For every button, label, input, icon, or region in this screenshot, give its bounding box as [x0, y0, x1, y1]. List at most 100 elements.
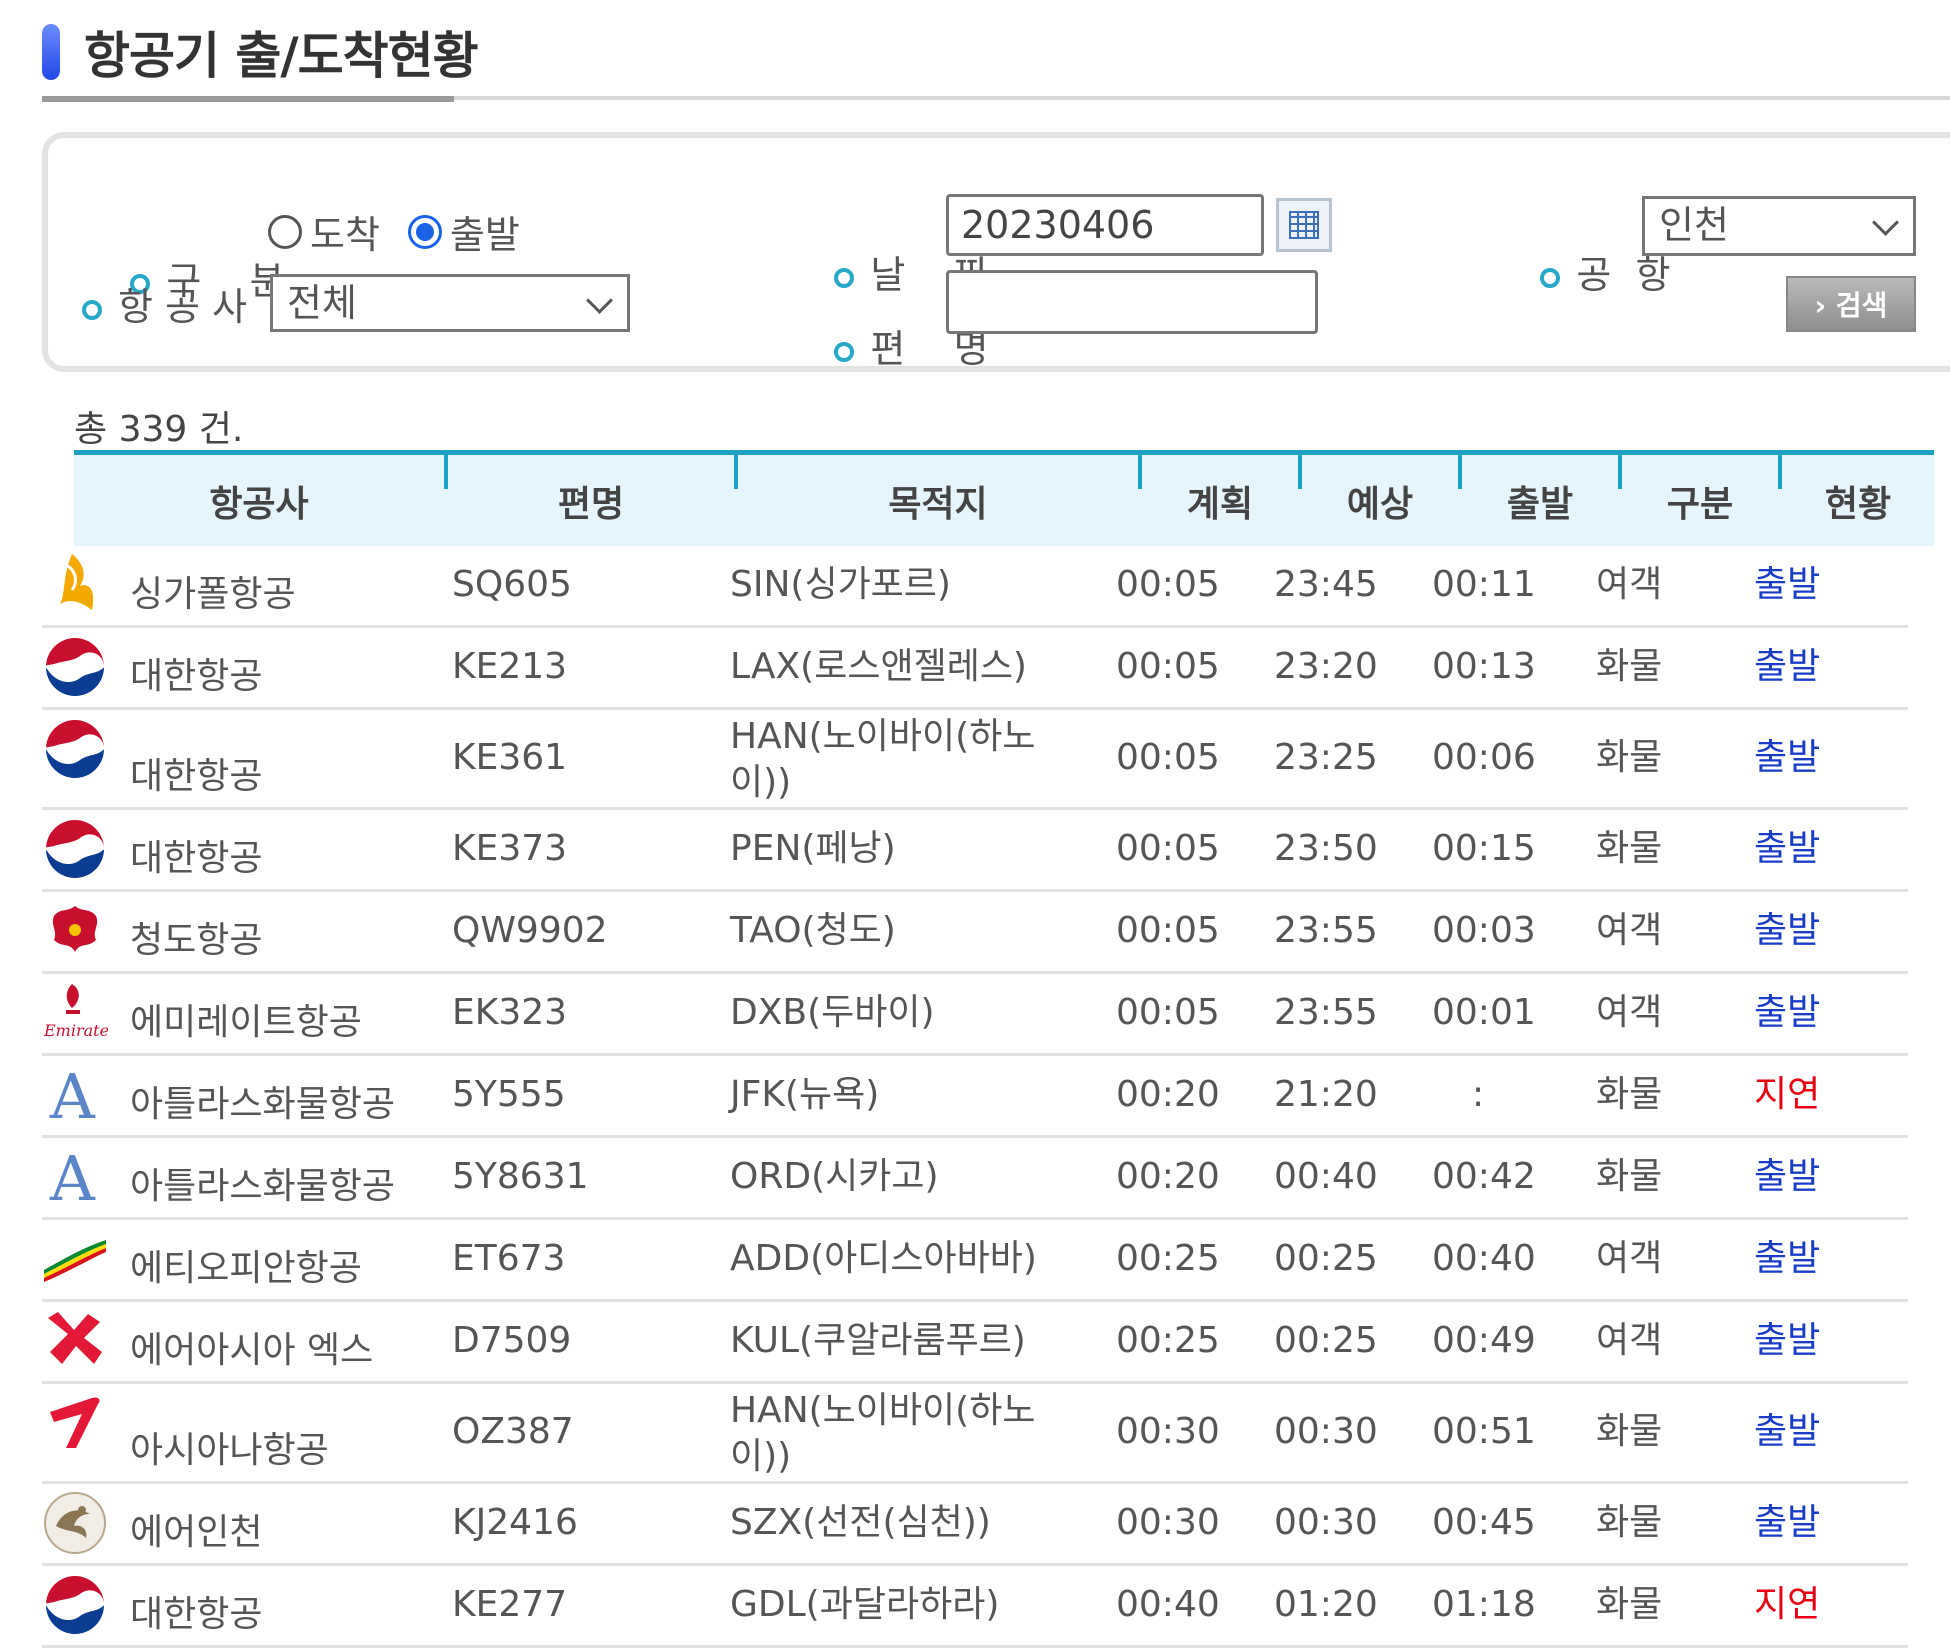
flight-status[interactable]: 출발 — [1754, 644, 1894, 690]
korean-air-logo — [42, 634, 108, 700]
qingdao-airlines-logo — [42, 898, 108, 964]
plan-time: 00:05 — [1116, 646, 1220, 687]
actual-time: 00:40 — [1432, 1238, 1536, 1279]
flight-number: QW9902 — [452, 910, 608, 951]
expected-time: 00:25 — [1274, 1238, 1378, 1279]
airport-select[interactable]: 인천 — [1642, 196, 1916, 256]
flight-status[interactable]: 지연 — [1754, 1072, 1894, 1118]
table-row: 에어아시아 엑스 D7509 KUL(쿠알라룸푸르) 00:25 00:25 00:49 여… — [42, 1302, 1908, 1384]
flight-input[interactable] — [946, 270, 1318, 334]
search-panel: 구 분 도착 출발 항 공 사 전체 날 짜 20230406 편 명 공 항 인… — [42, 132, 1950, 372]
korean-air-logo — [42, 1572, 108, 1638]
plan-time: 00:25 — [1116, 1238, 1220, 1279]
plan-time: 00:05 — [1116, 564, 1220, 605]
actual-time: 00:15 — [1432, 828, 1536, 869]
flight-number: SQ605 — [452, 564, 572, 605]
flight-number: KE373 — [452, 828, 568, 869]
plan-time: 00:30 — [1116, 1411, 1220, 1452]
asiana-logo — [42, 1390, 108, 1456]
airline-name: 아틀라스화물항공 — [130, 1166, 395, 1207]
flight-number: EK323 — [452, 992, 568, 1033]
table-row: A 아틀라스화물항공 5Y8631 ORD(시카고) 00:20 00:40 00:42 화물… — [42, 1138, 1908, 1220]
destination: ORD(시카고) — [730, 1156, 939, 1197]
expected-time: 00:30 — [1274, 1502, 1378, 1543]
table-row: Emirates 에미레이트항공 EK323 DXB(두바이) 00:05 23:55 00… — [42, 974, 1908, 1056]
flight-number: ET673 — [452, 1238, 566, 1279]
expected-time: 00:40 — [1274, 1156, 1378, 1197]
header-airline: 항공사 — [209, 484, 309, 525]
destination: HAN(노이바이(하노이)) — [730, 1390, 1036, 1477]
airport-select-value: 인천 — [1659, 203, 1729, 247]
header-actual: 출발 — [1506, 484, 1574, 525]
flight-number: KE213 — [452, 646, 568, 687]
calendar-button[interactable] — [1276, 198, 1332, 252]
airline-name: 대한항공 — [130, 838, 263, 879]
expected-time: 21:20 — [1274, 1074, 1378, 1115]
destination: DXB(두바이) — [730, 992, 935, 1033]
destination: HAN(노이바이(하노이)) — [730, 716, 1036, 803]
air-incheon-logo — [42, 1490, 108, 1556]
flight-type: 여객 — [1596, 992, 1663, 1033]
title-divider-accent — [42, 96, 454, 102]
airline-name: 아틀라스화물항공 — [130, 1084, 395, 1125]
table-row: 대한항공 KE213 LAX(로스앤젤레스) 00:05 23:20 00:13 화물 출발 — [42, 628, 1908, 710]
destination: KUL(쿠알라룸푸르) — [730, 1320, 1026, 1361]
airline-select-value: 전체 — [287, 281, 357, 325]
search-button[interactable]: › 검색 — [1786, 276, 1916, 332]
actual-time: 00:45 — [1432, 1502, 1536, 1543]
emirates-logo: Emirates — [42, 980, 117, 1046]
chevron-down-icon — [1872, 209, 1899, 236]
destination: SZX(선전(심천)) — [730, 1502, 991, 1543]
expected-time: 23:55 — [1274, 992, 1378, 1033]
table-row: 대한항공 KE277 GDL(과달라하라) 00:40 01:20 01:18 화물 지연 — [42, 1566, 1908, 1648]
airline-label-wrap: 항 공 사 — [82, 276, 247, 331]
table-row: 대한항공 KE373 PEN(페낭) 00:05 23:50 00:15 화물 출발 — [42, 810, 1908, 892]
actual-time: 00:13 — [1432, 646, 1536, 687]
flight-status[interactable]: 지연 — [1754, 1582, 1894, 1628]
actual-time: : — [1472, 1074, 1485, 1115]
flight-status[interactable]: 출발 — [1754, 990, 1894, 1036]
flight-status[interactable]: 출발 — [1754, 908, 1894, 954]
date-input[interactable]: 20230406 — [946, 194, 1264, 256]
expected-time: 23:45 — [1274, 564, 1378, 605]
header-destination: 목적지 — [888, 484, 988, 525]
airline-select[interactable]: 전체 — [270, 274, 630, 332]
flight-status[interactable]: 출발 — [1754, 562, 1894, 608]
page-header: 항공기 출/도착현황 — [42, 10, 1950, 102]
radio-arrival-label[interactable]: 도착 — [310, 213, 380, 257]
flight-status[interactable]: 출발 — [1754, 735, 1894, 781]
flight-type: 화물 — [1596, 828, 1663, 869]
header-type: 구분 — [1666, 484, 1734, 525]
airline-label: 항 공 사 — [118, 285, 248, 329]
flight-status[interactable]: 출발 — [1754, 1154, 1894, 1200]
actual-time: 00:01 — [1432, 992, 1536, 1033]
airline-name: 아시아나항공 — [130, 1430, 329, 1471]
bullet-icon — [834, 341, 855, 362]
header-plan: 계획 — [1186, 484, 1254, 525]
bullet-icon — [1540, 267, 1561, 288]
atlas-air-logo: A — [42, 1142, 108, 1215]
radio-arrival[interactable] — [268, 214, 302, 249]
flight-status[interactable]: 출발 — [1754, 1236, 1894, 1282]
flight-type: 여객 — [1596, 910, 1663, 951]
flight-type: 화물 — [1596, 737, 1663, 778]
flight-status[interactable]: 출발 — [1754, 1500, 1894, 1546]
expected-time: 01:20 — [1274, 1584, 1378, 1625]
flight-status[interactable]: 출발 — [1754, 1409, 1894, 1455]
flight-type: 화물 — [1596, 1584, 1663, 1625]
flight-status[interactable]: 출발 — [1754, 826, 1894, 872]
destination: TAO(청도) — [730, 910, 896, 951]
plan-time: 00:05 — [1116, 737, 1220, 778]
flight-status[interactable]: 출발 — [1754, 1318, 1894, 1364]
radio-departure-label[interactable]: 출발 — [450, 213, 520, 257]
airline-name: 에미레이트항공 — [130, 1002, 362, 1043]
radio-departure[interactable] — [407, 214, 442, 249]
airline-name: 에어인천 — [130, 1512, 263, 1553]
airline-name: 청도항공 — [130, 920, 263, 961]
plan-time: 00:05 — [1116, 992, 1220, 1033]
flight-number: OZ387 — [452, 1411, 574, 1452]
flight-type: 여객 — [1596, 1238, 1663, 1279]
destination: LAX(로스앤젤레스) — [730, 646, 1027, 687]
bullet-icon — [82, 299, 102, 320]
destination: PEN(페낭) — [730, 828, 896, 869]
